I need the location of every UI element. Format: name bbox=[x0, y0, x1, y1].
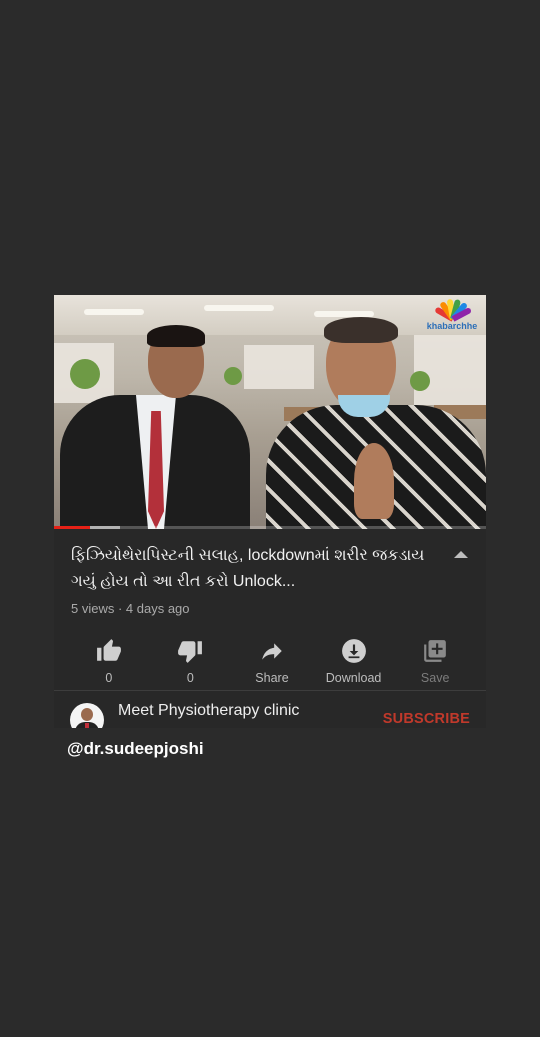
download-label: Download bbox=[325, 671, 382, 685]
ceiling-light bbox=[84, 309, 144, 315]
expand-collapse-icon[interactable] bbox=[454, 551, 468, 558]
video-card: khabarchhe ફિઝિયોથેરાપિસ્ટની સલાહ, lockd… bbox=[54, 295, 486, 728]
dislike-count: 0 bbox=[186, 671, 194, 685]
save-button[interactable]: Save bbox=[395, 638, 475, 685]
share-icon bbox=[262, 643, 282, 660]
office-window bbox=[414, 335, 486, 405]
video-title[interactable]: ફિઝિયોથેરાપિસ્ટની સલાહ, lockdownમાં શરીર… bbox=[71, 543, 441, 595]
office-window bbox=[244, 345, 314, 389]
channel-watermark: khabarchhe bbox=[422, 297, 482, 335]
ceiling-light bbox=[204, 305, 274, 311]
thumbs-down-icon bbox=[178, 641, 203, 663]
like-button[interactable]: 0 bbox=[69, 638, 149, 685]
office-plant bbox=[224, 367, 242, 385]
avatar[interactable] bbox=[70, 703, 104, 728]
video-player[interactable]: khabarchhe bbox=[54, 295, 486, 529]
video-meta: ફિઝિયોથેરાપિસ્ટની સલાહ, lockdownમાં શરીર… bbox=[54, 529, 486, 616]
office-plant bbox=[410, 371, 430, 391]
download-icon bbox=[341, 639, 366, 663]
dislike-button[interactable]: 0 bbox=[150, 638, 230, 685]
channel-name[interactable]: Meet Physiotherapy clinic bbox=[118, 702, 299, 720]
save-playlist-icon bbox=[424, 640, 447, 662]
share-button[interactable]: Share bbox=[232, 638, 312, 685]
subscribe-button[interactable]: SUBSCRIBE bbox=[383, 711, 470, 727]
screen: khabarchhe ફિઝિયોથેરાપિસ્ટની સલાહ, lockd… bbox=[0, 0, 540, 1037]
share-label: Share bbox=[255, 671, 289, 685]
download-button[interactable]: Download bbox=[314, 638, 394, 685]
watermark-text: khabarchhe bbox=[426, 321, 478, 331]
divider bbox=[54, 690, 486, 691]
office-plant bbox=[70, 359, 100, 389]
video-stats: 5 views · 4 days ago bbox=[71, 601, 190, 616]
channel-row: Meet Physiotherapy clinic SUBSCRIBE bbox=[70, 701, 470, 728]
action-bar: 0 0 Share Download Save bbox=[54, 616, 486, 685]
overlay-handle-text: @dr.sudeepjoshi bbox=[67, 739, 204, 758]
watermark-fan-icon bbox=[434, 297, 473, 322]
like-count: 0 bbox=[105, 671, 113, 685]
save-label: Save bbox=[420, 671, 450, 685]
thumbs-up-icon bbox=[96, 639, 121, 661]
